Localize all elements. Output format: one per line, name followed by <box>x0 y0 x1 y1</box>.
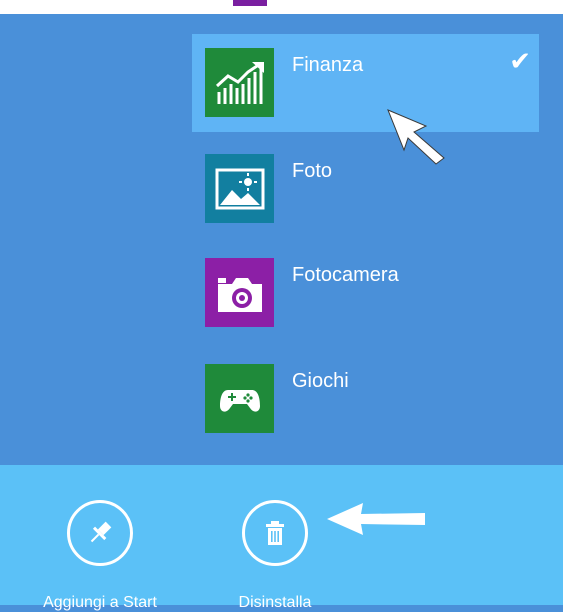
app-label-finanza: Finanza <box>292 54 364 76</box>
photo-icon <box>215 168 264 209</box>
uninstall-label: Disinstalla <box>238 594 312 611</box>
pin-to-start-label: Aggiungi a Start <box>43 594 157 611</box>
pointer-arrow-icon <box>387 109 445 165</box>
finance-chart-icon <box>215 61 264 104</box>
app-list: Finanza ✔ Foto Fotocamera Giochi <box>0 14 563 464</box>
pin-to-start-button[interactable]: Aggiungi a Start <box>20 500 180 612</box>
uninstall-button-circle <box>242 500 308 566</box>
top-edge <box>0 0 563 14</box>
app-label-giochi: Giochi <box>292 370 349 392</box>
pin-icon <box>90 521 112 543</box>
finance-tile <box>205 48 274 117</box>
app-label-fotocamera: Fotocamera <box>292 264 399 286</box>
app-item-finanza[interactable]: Finanza ✔ <box>192 34 539 132</box>
previous-tile-edge <box>233 0 267 6</box>
photo-tile <box>205 154 274 223</box>
trash-icon <box>266 521 284 545</box>
check-icon: ✔ <box>509 46 531 76</box>
app-item-giochi[interactable]: Giochi <box>192 350 539 448</box>
camera-icon <box>217 277 262 312</box>
app-label-foto: Foto <box>292 160 333 182</box>
pin-button-circle <box>67 500 133 566</box>
app-bar: Aggiungi a Start Disinstalla <box>0 465 563 611</box>
camera-tile <box>205 258 274 327</box>
games-tile <box>205 364 274 433</box>
app-item-foto[interactable]: Foto <box>192 140 539 238</box>
gamepad-icon <box>219 389 260 412</box>
left-arrow-icon <box>327 503 425 535</box>
app-item-fotocamera[interactable]: Fotocamera <box>192 244 539 342</box>
